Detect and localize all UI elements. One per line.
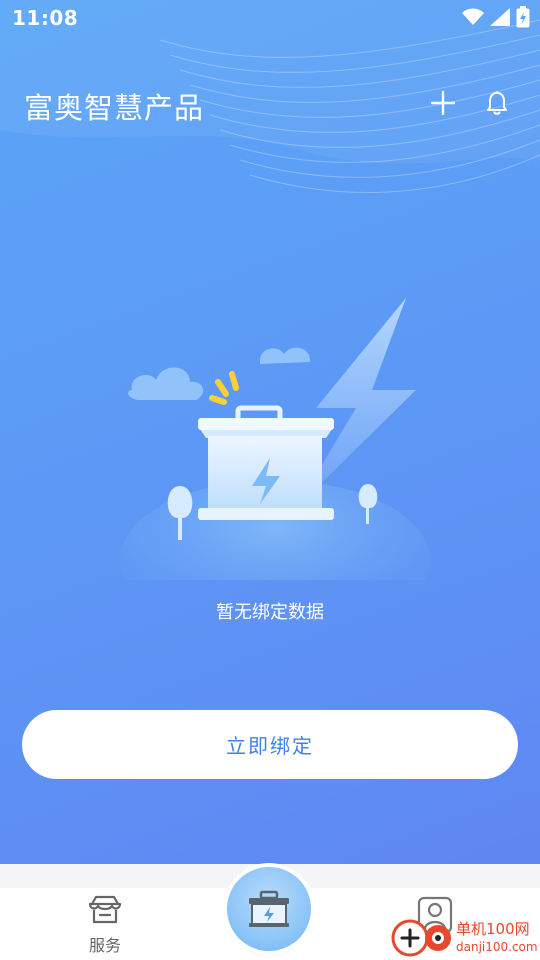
battery-icon: [249, 890, 289, 927]
watermark-brand: 单机100网: [456, 920, 530, 938]
watermark-domain: danji100.com: [456, 940, 538, 954]
bind-now-button[interactable]: 立即绑定: [22, 710, 518, 779]
tab-service[interactable]: 服务: [78, 894, 132, 960]
wifi-icon: [462, 8, 484, 25]
battery-charging-icon: [516, 6, 530, 28]
status-time: 11:08: [12, 6, 79, 30]
plus-icon: [430, 90, 456, 116]
bell-icon: [487, 91, 507, 115]
empty-battery-illustration: [120, 298, 430, 580]
center-battery-button[interactable]: [227, 867, 311, 951]
site-watermark: 单机100网 danji100.com: [390, 916, 540, 960]
cellular-signal-icon: [490, 8, 510, 26]
notification-button[interactable]: [480, 86, 514, 120]
tab-service-label: 服务: [88, 936, 121, 955]
status-icons: [462, 6, 530, 28]
watermark-logo-icon: [391, 919, 451, 957]
add-device-button[interactable]: [426, 86, 460, 120]
status-bar: 11:08: [0, 0, 540, 36]
main-screen: 11:08 富奥智慧产品 暂无绑定数据 立即绑定: [0, 0, 540, 864]
header-wave-decoration: [0, 0, 540, 193]
empty-state-message: 暂无绑定数据: [216, 602, 324, 623]
store-icon: [88, 895, 122, 924]
page-title: 富奥智慧产品: [24, 91, 205, 125]
